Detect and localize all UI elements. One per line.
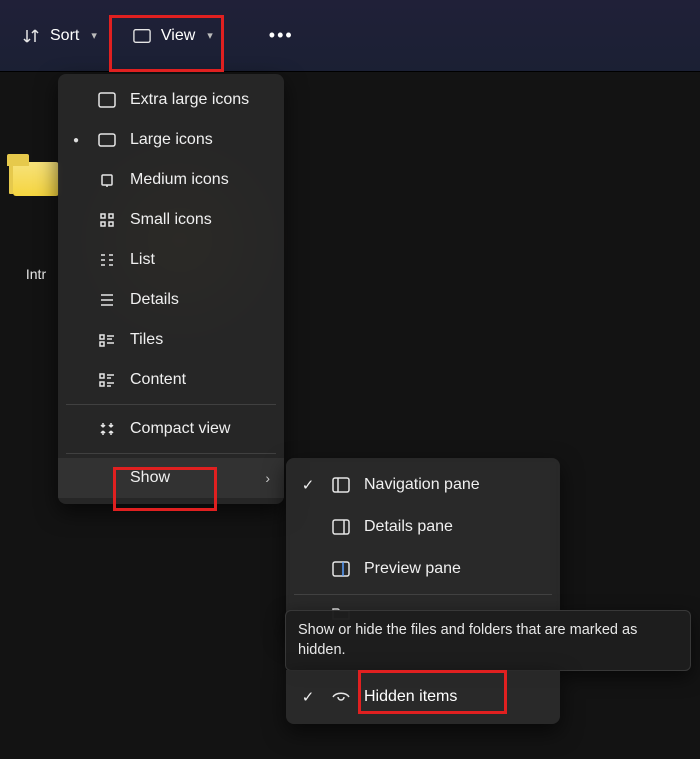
folder-icon bbox=[13, 162, 59, 196]
menu-item-medium-icons[interactable]: Medium icons bbox=[58, 160, 284, 200]
view-label: View bbox=[161, 27, 195, 45]
menu-item-compact-view[interactable]: Compact view bbox=[58, 409, 284, 449]
menu-item-tiles[interactable]: Tiles bbox=[58, 320, 284, 360]
large-icons-icon bbox=[98, 133, 116, 147]
compact-view-icon bbox=[98, 421, 116, 437]
menu-item-extra-large-icons[interactable]: Extra large icons bbox=[58, 80, 284, 120]
check-icon: ✓ bbox=[298, 688, 318, 706]
details-icon bbox=[98, 293, 116, 307]
submenu-item-preview-pane[interactable]: Preview pane bbox=[286, 548, 560, 590]
tooltip: Show or hide the files and folders that … bbox=[285, 610, 691, 671]
more-button[interactable]: ••• bbox=[255, 17, 308, 54]
preview-pane-icon bbox=[332, 561, 350, 577]
chevron-down-icon: ▾ bbox=[91, 29, 97, 42]
tooltip-text: Show or hide the files and folders that … bbox=[298, 622, 637, 658]
tiles-icon bbox=[98, 333, 116, 347]
view-menu: Extra large icons ● Large icons Medium i… bbox=[58, 74, 284, 504]
details-pane-icon bbox=[332, 519, 350, 535]
toolbar: Sort ▾ View ▾ ••• bbox=[0, 0, 700, 72]
view-button[interactable]: View ▾ bbox=[119, 19, 227, 53]
menu-separator bbox=[66, 453, 276, 454]
menu-item-large-icons[interactable]: ● Large icons bbox=[58, 120, 284, 160]
submenu-item-hidden-items[interactable]: ✓ Hidden items bbox=[286, 676, 560, 718]
small-icons-icon bbox=[98, 212, 116, 228]
chevron-down-icon: ▾ bbox=[207, 29, 213, 42]
ellipsis-icon: ••• bbox=[269, 25, 294, 46]
sort-icon bbox=[22, 27, 40, 45]
sort-label: Sort bbox=[50, 27, 79, 45]
show-submenu: ✓ Navigation pane Details pane Preview p… bbox=[286, 458, 560, 633]
menu-item-details[interactable]: Details bbox=[58, 280, 284, 320]
submenu-item-details-pane[interactable]: Details pane bbox=[286, 506, 560, 548]
menu-item-list[interactable]: List bbox=[58, 240, 284, 280]
list-icon bbox=[98, 253, 116, 267]
selected-bullet: ● bbox=[68, 135, 84, 146]
hidden-items-icon bbox=[332, 690, 350, 704]
menu-item-show[interactable]: Show › bbox=[58, 458, 284, 498]
submenu-item-navigation-pane[interactable]: ✓ Navigation pane bbox=[286, 464, 560, 506]
folder-item[interactable]: Intr bbox=[12, 162, 60, 282]
menu-separator bbox=[66, 404, 276, 405]
navigation-pane-icon bbox=[332, 477, 350, 493]
check-icon: ✓ bbox=[298, 476, 318, 494]
content-icon bbox=[98, 373, 116, 387]
show-submenu-bottom: ✓ Hidden items bbox=[286, 670, 560, 724]
menu-item-content[interactable]: Content bbox=[58, 360, 284, 400]
menu-item-small-icons[interactable]: Small icons bbox=[58, 200, 284, 240]
folder-label: Intr bbox=[26, 266, 46, 282]
view-icon bbox=[133, 28, 151, 44]
extra-large-icons-icon bbox=[98, 92, 116, 108]
medium-icons-icon bbox=[98, 173, 116, 187]
sort-button[interactable]: Sort ▾ bbox=[8, 19, 111, 53]
menu-separator bbox=[294, 594, 552, 595]
chevron-right-icon: › bbox=[265, 470, 270, 486]
